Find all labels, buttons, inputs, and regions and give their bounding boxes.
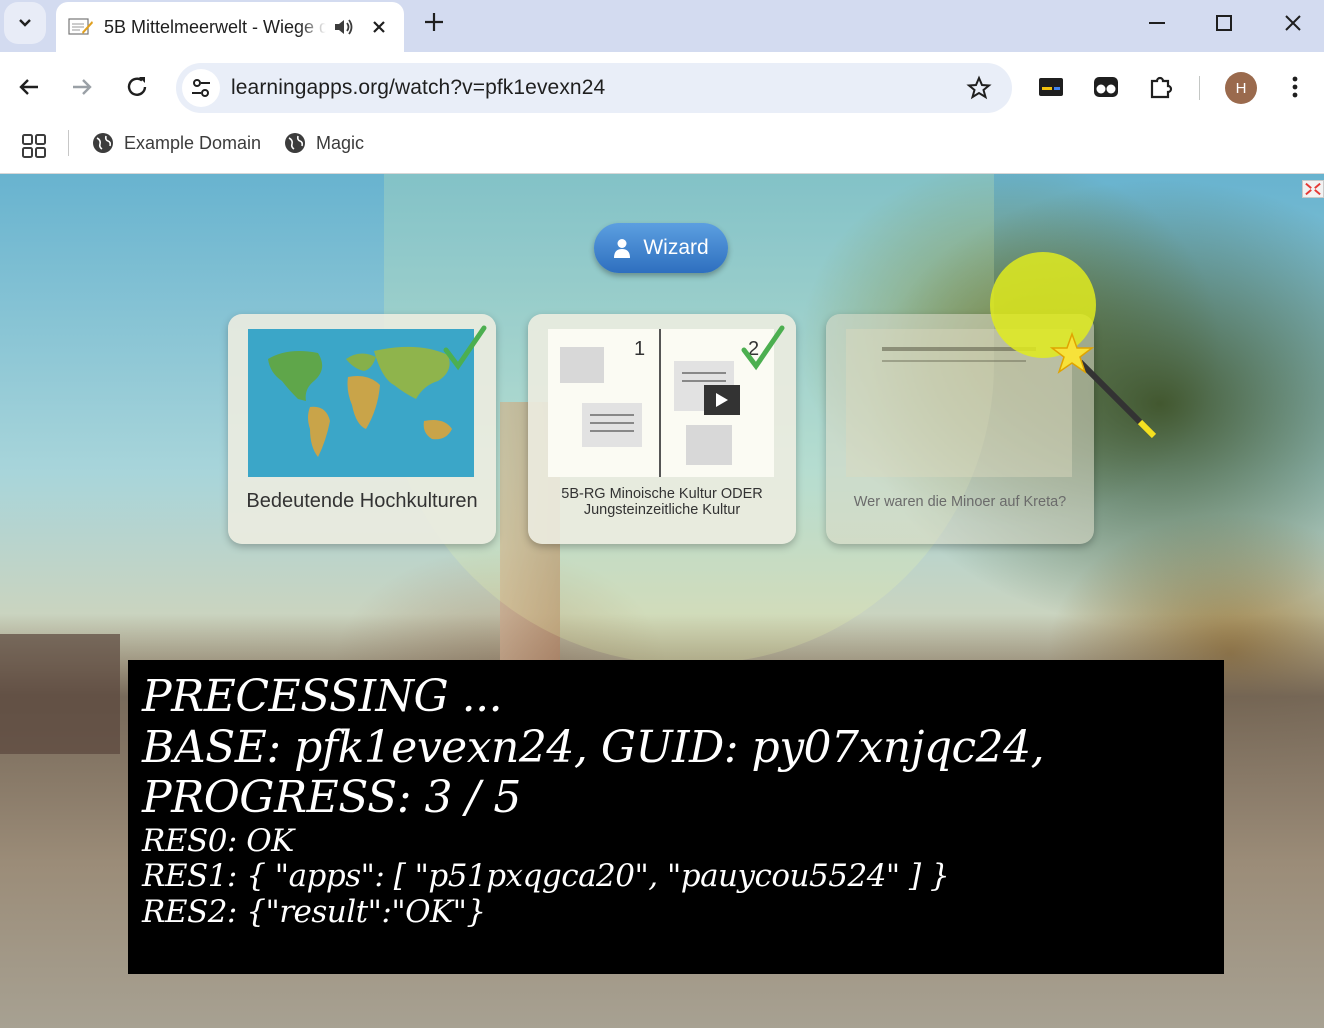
forward-icon[interactable] <box>67 72 97 102</box>
world-map-thumbnail <box>248 329 474 477</box>
wizard-button[interactable]: Wizard <box>594 223 728 273</box>
overlay-res2-line: RES2: {"result":"OK"} <box>142 894 486 931</box>
close-window-icon[interactable] <box>1278 8 1308 38</box>
overlay-status-line: PRECESSING ... <box>142 671 503 722</box>
bookmark-magic[interactable]: Magic <box>284 129 364 157</box>
fullscreen-icon[interactable] <box>1302 180 1324 198</box>
card-caption: Wer waren die Minoer auf Kreta? <box>853 494 1067 510</box>
kebab-menu-icon[interactable] <box>1280 72 1310 102</box>
globe-icon <box>285 133 305 153</box>
tab-title: 5B Mittelmeerwelt - Wiege der Kultur <box>104 16 326 37</box>
overlay-base-line: BASE: pfk1evexn24, GUID: py07xnjqc24, <box>142 721 1045 773</box>
profile-avatar[interactable]: H <box>1225 72 1257 104</box>
magic-wand-icon <box>1049 331 1157 439</box>
card-caption: Bedeutende Hochkulturen <box>246 490 478 512</box>
overlay-progress-line: PROGRESS: 3 / 5 <box>142 772 521 824</box>
media-control-icon[interactable] <box>1036 72 1066 102</box>
extensions-puzzle-icon[interactable] <box>1146 72 1176 102</box>
checkmark-icon <box>443 325 487 371</box>
new-tab-icon[interactable] <box>420 8 448 36</box>
app-card-minoische-kultur[interactable]: 1 2 5B-RG Minoische Kultur ODER Jungstei… <box>528 314 796 544</box>
reload-icon[interactable] <box>122 72 152 102</box>
speaker-icon[interactable] <box>332 16 354 38</box>
toolbar-divider <box>1199 76 1200 100</box>
app-card-hochkulturen[interactable]: Bedeutende Hochkulturen <box>228 314 496 544</box>
back-icon[interactable] <box>14 72 44 102</box>
processing-overlay: PRECESSING ... BASE: pfk1evexn24, GUID: … <box>128 660 1224 974</box>
site-info-button[interactable] <box>182 69 220 107</box>
bookmark-label: Magic <box>316 132 365 153</box>
svg-text:1: 1 <box>634 338 645 360</box>
bookmark-label: Example Domain <box>124 132 262 153</box>
background-ruin <box>0 634 120 754</box>
bookmark-star-icon[interactable] <box>966 75 992 101</box>
maximize-icon[interactable] <box>1209 8 1239 38</box>
tab-search-button[interactable] <box>4 2 46 44</box>
close-tab-icon[interactable] <box>368 16 390 38</box>
learningapps-favicon-icon <box>68 18 93 35</box>
extension-glasses-icon[interactable] <box>1091 72 1121 102</box>
chevron-down-icon <box>19 19 31 27</box>
wizard-label: Wizard <box>643 236 709 259</box>
checkmark-icon <box>741 325 785 371</box>
overlay-res0-line: RES0: OK <box>142 822 294 859</box>
bookmark-example-domain[interactable]: Example Domain <box>92 129 261 157</box>
bookmarks-divider <box>68 130 69 156</box>
globe-icon <box>93 133 113 153</box>
bookmarks-bar: Example Domain Magic <box>0 122 1324 174</box>
toolbar: learningapps.org/watch?v=pfk1evexn24 H <box>0 52 1324 122</box>
user-icon <box>614 239 631 258</box>
apps-grid-icon[interactable] <box>20 132 48 160</box>
card-caption: 5B-RG Minoische Kultur ODER Jungsteinzei… <box>561 486 763 518</box>
tune-icon <box>192 79 210 97</box>
page-content: Wizard Bedeutende Hochkulturen 1 2 5B-RG… <box>0 174 1324 1028</box>
overlay-res1-line: RES1: { "apps": [ "p51pxqgca20", "pauyco… <box>142 858 950 895</box>
minimize-icon[interactable] <box>1142 8 1172 38</box>
url-text[interactable]: learningapps.org/watch?v=pfk1evexn24 <box>231 76 605 100</box>
address-bar[interactable]: learningapps.org/watch?v=pfk1evexn24 <box>176 63 1012 113</box>
tab-strip: 5B Mittelmeerwelt - Wiege der Kultur <box>0 0 1324 52</box>
active-tab[interactable]: 5B Mittelmeerwelt - Wiege der Kultur <box>56 2 404 52</box>
